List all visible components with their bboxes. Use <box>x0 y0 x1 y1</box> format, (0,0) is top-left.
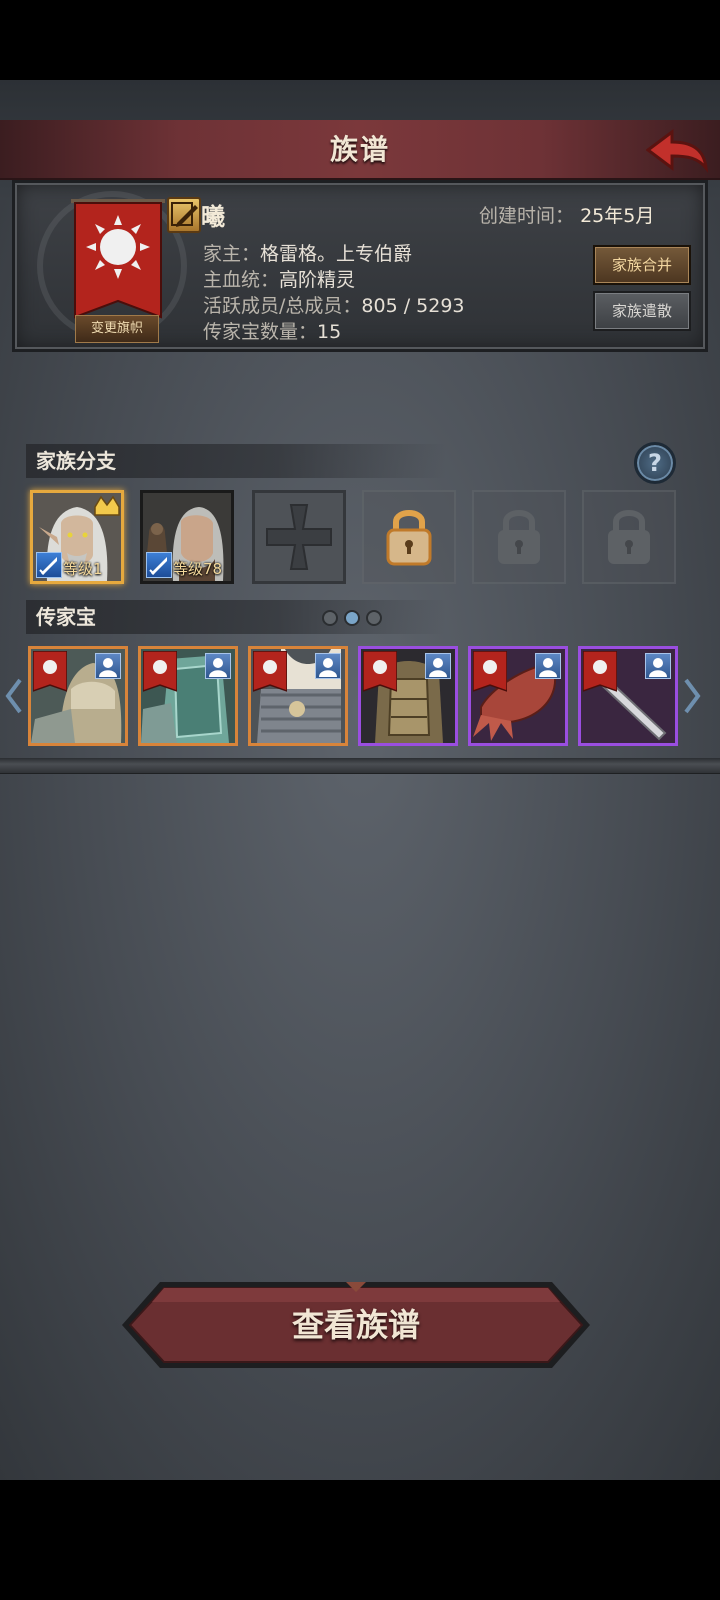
edit-name-button[interactable] <box>167 197 201 233</box>
heirlooms-title: 传家宝 <box>36 605 96 629</box>
heirloom-item[interactable] <box>468 646 568 746</box>
family-flag-icon <box>33 651 67 692</box>
hero-level: 等级78 <box>173 560 223 578</box>
user-icon <box>95 653 121 679</box>
family-disband-button[interactable]: 家族遣散 <box>593 291 691 331</box>
lock-icon <box>498 510 540 564</box>
page-dot <box>322 610 338 626</box>
members-label: 活跃成员/总成员： <box>203 295 362 317</box>
branches-title: 家族分支 <box>36 449 116 473</box>
user-icon <box>535 653 561 679</box>
created-value: 25年5月 <box>580 205 655 227</box>
status-bar <box>0 0 720 80</box>
family-flag-icon <box>363 651 397 692</box>
view-family-tree-label: 查看族谱 <box>291 1306 420 1344</box>
branch-hero-1[interactable]: 等级1 <box>30 490 124 584</box>
branches-section-header: 家族分支 <box>26 444 446 478</box>
page-dot-active <box>344 610 360 626</box>
family-head-line: 家主：格雷格。上专伯爵 <box>203 239 412 266</box>
heirloom-count-label: 传家宝数量： <box>203 321 318 343</box>
lock-icon <box>608 510 650 564</box>
heirloom-item[interactable] <box>578 646 678 746</box>
user-icon <box>315 653 341 679</box>
heirloom-item[interactable] <box>248 646 348 746</box>
family-flag-icon <box>143 651 177 692</box>
chevron-right-icon[interactable] <box>682 676 702 716</box>
family-name: 曦 <box>201 203 225 231</box>
branch-locked-slot <box>582 490 676 584</box>
family-flag-icon <box>583 651 617 692</box>
heirloom-count-line: 传家宝数量：15 <box>203 317 341 344</box>
heirloom-item[interactable] <box>28 646 128 746</box>
section-divider <box>0 758 720 774</box>
family-flag-icon <box>473 651 507 692</box>
chevron-left-icon[interactable] <box>4 676 24 716</box>
branch-unlockable-slot[interactable] <box>362 490 456 584</box>
change-flag-button[interactable]: 变更旗帜 <box>75 315 159 343</box>
user-icon <box>425 653 451 679</box>
cross-emblem-icon <box>266 504 332 570</box>
family-info-card: 变更旗帜 曦 创建时间： 25年5月 家主：格雷格。上专伯爵 主血统：高阶精灵 … <box>12 180 708 352</box>
hero-level: 等级1 <box>63 560 103 578</box>
help-button[interactable]: ? <box>634 442 676 484</box>
sword-class-icon <box>36 552 62 578</box>
user-icon <box>645 653 671 679</box>
heirloom-count-value: 15 <box>317 321 342 343</box>
bloodline-label: 主血统： <box>203 269 280 291</box>
created-label: 创建时间： <box>479 205 575 227</box>
members-line: 活跃成员/总成员：805 / 5293 <box>203 291 465 318</box>
navigation-bar <box>0 1480 720 1600</box>
family-head-label: 家主： <box>203 243 261 265</box>
branch-add-slot[interactable] <box>252 490 346 584</box>
family-flag-icon <box>253 651 287 692</box>
bloodline-line: 主血统：高阶精灵 <box>203 265 355 292</box>
page-title: 族谱 <box>329 133 390 166</box>
gold-lock-icon <box>386 510 432 566</box>
view-family-tree-button[interactable]: 查看族谱 <box>120 1280 592 1370</box>
bloodline-value: 高阶精灵 <box>279 269 356 291</box>
sword-class-icon <box>146 552 172 578</box>
members-value: 805 / 5293 <box>361 295 465 317</box>
family-head-value: 格雷格。上专伯爵 <box>260 243 413 265</box>
created-time: 创建时间： 25年5月 <box>479 201 654 228</box>
branch-hero-2[interactable]: 等级78 <box>140 490 234 584</box>
back-arrow-icon[interactable] <box>646 128 708 174</box>
branch-locked-slot <box>472 490 566 584</box>
page-indicator <box>322 608 386 628</box>
heirloom-item[interactable] <box>138 646 238 746</box>
header-bar: 族谱 <box>0 120 720 180</box>
family-banner-icon <box>71 199 165 319</box>
user-icon <box>205 653 231 679</box>
family-merge-button[interactable]: 家族合并 <box>593 245 691 285</box>
page-dot <box>366 610 382 626</box>
pencil-icon <box>171 202 198 227</box>
heirloom-item[interactable] <box>358 646 458 746</box>
